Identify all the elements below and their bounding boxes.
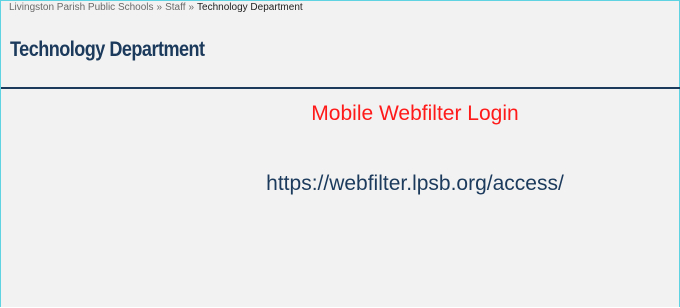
webfilter-access-url: https://webfilter.lpsb.org/access/ [266, 172, 564, 195]
content-frame: Livingston Parish Public Schools» Staff» T… [0, 0, 680, 307]
breadcrumb-separator: » [188, 2, 195, 13]
page-title: Technology Department [10, 38, 205, 61]
webfilter-login-heading: Mobile Webfilter Login [311, 102, 519, 125]
breadcrumb-current: Technology Department [197, 2, 303, 13]
breadcrumb-link-school[interactable]: Livingston Parish Public Schools [9, 2, 154, 13]
breadcrumb-separator: » [156, 2, 163, 13]
breadcrumb-link-staff[interactable]: Staff [165, 2, 185, 13]
breadcrumb: Livingston Parish Public Schools» Staff» T… [9, 1, 303, 15]
title-divider [1, 87, 680, 89]
